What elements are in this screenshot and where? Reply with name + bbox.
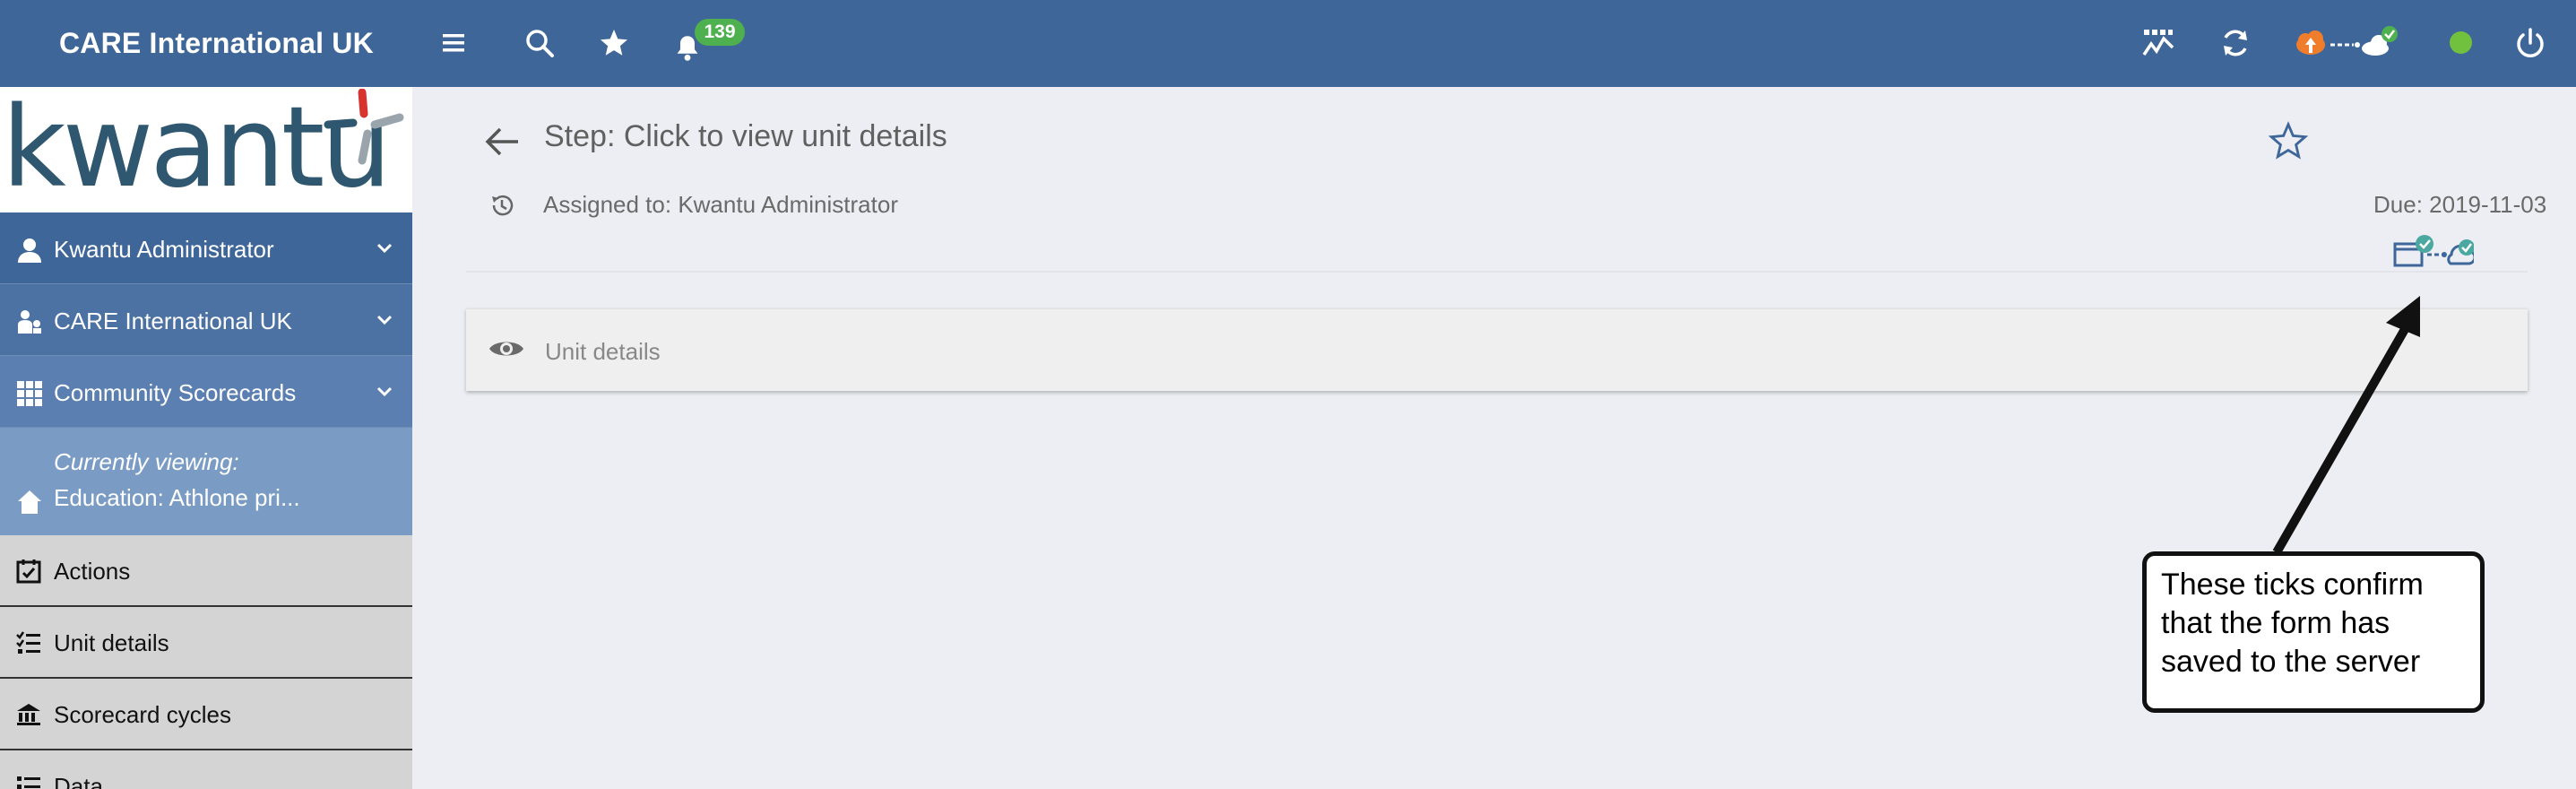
list-icon	[17, 776, 40, 789]
sidebar-item-actions[interactable]: Actions	[0, 535, 412, 607]
header-divider	[466, 271, 2528, 273]
sync-status-icon	[2393, 235, 2474, 267]
sidebar-item-data[interactable]: Data	[0, 750, 412, 789]
favourite-star-icon[interactable]	[2268, 120, 2309, 161]
calendar-check-icon	[16, 559, 41, 584]
step-title: Step: Click to view unit details	[544, 119, 947, 153]
eye-icon	[489, 342, 523, 356]
sidebar-item-scorecard-cycles[interactable]: Scorecard cycles	[0, 679, 412, 750]
sidebar-item-organisation[interactable]: CARE International UK	[0, 284, 412, 356]
history-icon	[492, 195, 514, 216]
annotation-callout: These ticks confirm that the form has sa…	[2142, 551, 2485, 713]
cloud-upload-icon[interactable]	[2291, 23, 2407, 63]
assigned-to: Assigned to: Kwantu Administrator	[543, 191, 898, 218]
grid-icon	[17, 381, 42, 406]
sidebar: kwantu Kwantu Administrator CARE Interna…	[0, 87, 412, 789]
search-icon[interactable]	[520, 23, 559, 63]
power-icon[interactable]	[2511, 23, 2550, 63]
refresh-icon[interactable]	[2216, 23, 2255, 63]
chevron-down-icon	[376, 243, 393, 254]
building-icon	[17, 704, 40, 725]
currently-viewing[interactable]: Currently viewing: Education: Athlone pr…	[0, 428, 412, 535]
chevron-down-icon	[376, 315, 393, 325]
due-date: Due: 2019-11-03	[2373, 191, 2547, 218]
user-icon	[18, 238, 41, 263]
unit-details-section[interactable]: Unit details	[466, 308, 2528, 391]
sidebar-item-user[interactable]: Kwantu Administrator	[0, 212, 412, 284]
logo-mark-icon	[324, 89, 404, 165]
star-icon[interactable]	[594, 23, 634, 63]
org-users-icon	[18, 310, 41, 334]
online-status-icon	[2450, 31, 2472, 54]
app-brand[interactable]: CARE International UK	[59, 27, 374, 60]
sidebar-item-unit-details[interactable]: Unit details	[0, 607, 412, 679]
sidebar-item-app[interactable]: Community Scorecards	[0, 356, 412, 428]
top-bar: CARE International UK 139	[0, 0, 2576, 87]
back-arrow-icon[interactable]	[482, 124, 522, 160]
home-icon	[18, 490, 41, 514]
checklist-icon	[16, 631, 40, 654]
notification-badge[interactable]: 139	[695, 19, 745, 46]
menu-icon[interactable]	[434, 23, 473, 63]
chart-icon[interactable]	[2139, 23, 2178, 63]
kwantu-logo: kwantu	[0, 87, 412, 212]
chevron-down-icon	[376, 386, 393, 397]
